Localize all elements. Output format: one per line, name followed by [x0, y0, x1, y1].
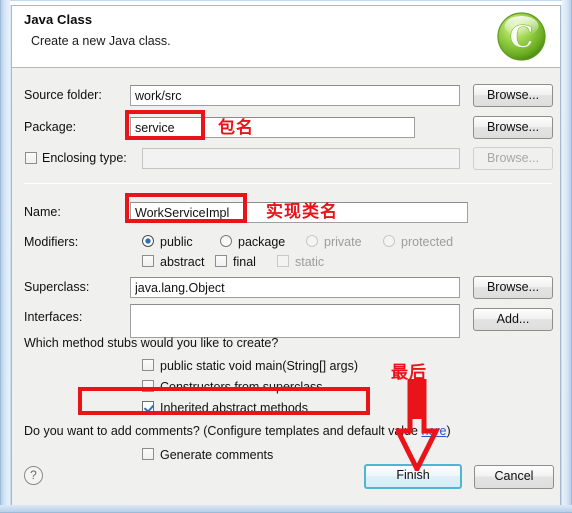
dialog-form: Source folder: Browse... Package: Browse… — [12, 68, 560, 505]
stub-label-main-method: public static void main(String[] args) — [160, 359, 358, 373]
modifier-label-protected: protected — [401, 235, 454, 249]
page-subtitle: Create a new Java class. — [31, 34, 171, 48]
modifier-label-abstract: abstract — [160, 255, 205, 269]
generate-comments-label: Generate comments — [160, 448, 274, 462]
superclass-input[interactable] — [130, 277, 460, 298]
java-class-wizard-icon: C — [497, 12, 546, 61]
modifier-label-final: final — [233, 255, 256, 269]
package-browse-button[interactable]: Browse... — [473, 116, 553, 139]
comments-question-suffix: ) — [446, 424, 451, 438]
interfaces-list[interactable] — [130, 304, 460, 338]
source-folder-browse-button[interactable]: Browse... — [473, 84, 553, 107]
modifier-checkbox-abstract[interactable] — [142, 255, 155, 268]
enclosing-type-label: Enclosing type: — [42, 151, 127, 165]
method-stubs-question: Which method stubs would you like to cre… — [24, 336, 279, 350]
interfaces-add-button[interactable]: Add... — [473, 308, 553, 331]
interfaces-label: Interfaces: — [24, 310, 83, 324]
generate-comments-checkbox[interactable] — [142, 448, 155, 461]
finish-button[interactable]: Finish — [364, 464, 462, 489]
stub-label-inherited-abstract: Inherited abstract methods — [160, 401, 308, 415]
comments-question-prefix: Do you want to add comments? (Configure … — [24, 424, 422, 438]
superclass-browse-button[interactable]: Browse... — [473, 276, 553, 299]
modifier-radio-package[interactable] — [220, 235, 233, 248]
comments-question: Do you want to add comments? (Configure … — [24, 424, 451, 438]
section-separator-1 — [24, 183, 552, 184]
dialog-header: Java Class Create a new Java class. C — [12, 6, 560, 68]
stub-checkbox-constructors[interactable] — [142, 380, 155, 393]
new-java-class-dialog: Java Class Create a new Java class. C So… — [11, 5, 561, 505]
modifier-label-package: package — [238, 235, 286, 249]
name-label: Name: — [24, 205, 61, 219]
package-input[interactable] — [130, 117, 415, 138]
modifier-label-public: public — [160, 235, 193, 249]
modifiers-label: Modifiers: — [24, 235, 79, 249]
stub-checkbox-main-method[interactable] — [142, 359, 155, 372]
page-title: Java Class — [24, 12, 93, 27]
help-icon[interactable]: ? — [24, 466, 43, 485]
modifier-label-static: static — [295, 255, 325, 269]
modifier-label-private: private — [324, 235, 362, 249]
stub-checkbox-inherited-abstract[interactable] — [142, 401, 155, 414]
superclass-label: Superclass: — [24, 280, 90, 294]
window-frame: Java Class Create a new Java class. C So… — [0, 0, 572, 513]
enclosing-type-checkbox[interactable] — [25, 152, 38, 165]
modifier-checkbox-static — [277, 255, 290, 268]
enclosing-type-browse-button: Browse... — [473, 147, 553, 170]
source-folder-label: Source folder: — [24, 88, 102, 102]
cancel-button[interactable]: Cancel — [474, 465, 554, 489]
enclosing-type-input — [142, 148, 460, 169]
modifier-checkbox-final[interactable] — [215, 255, 228, 268]
package-label: Package: — [24, 120, 77, 134]
modifier-radio-public[interactable] — [142, 235, 155, 248]
class-name-input[interactable] — [130, 202, 468, 223]
source-folder-input[interactable] — [130, 85, 460, 106]
modifier-radio-protected — [383, 235, 396, 248]
stub-label-constructors: Constructors from superclass — [160, 380, 323, 394]
window-frame-left — [0, 0, 10, 513]
configure-templates-link[interactable]: here — [421, 424, 446, 438]
svg-text:C: C — [510, 20, 534, 55]
window-frame-bottom — [0, 505, 572, 513]
window-frame-right — [562, 0, 572, 513]
modifier-radio-private — [306, 235, 319, 248]
